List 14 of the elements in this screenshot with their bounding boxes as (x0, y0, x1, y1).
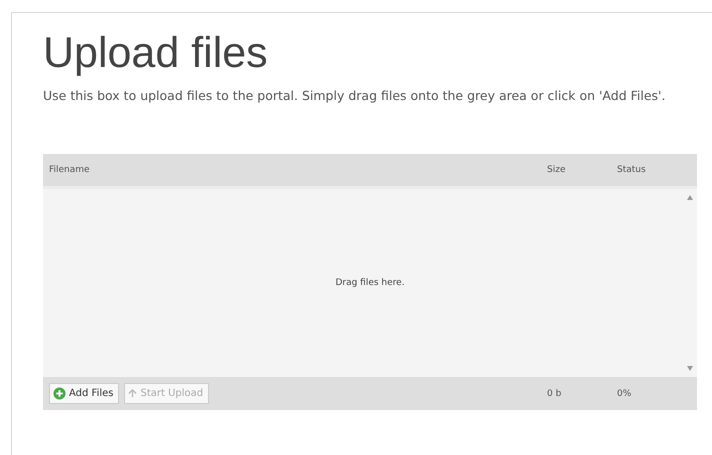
scroll-down-icon[interactable] (687, 366, 693, 371)
total-size: 0 b (547, 388, 562, 398)
drop-hint: Drag files here. (335, 278, 405, 288)
drop-area[interactable]: Drag files here. (43, 189, 697, 377)
scroll-up-icon[interactable] (687, 195, 693, 200)
total-status: 0% (617, 388, 632, 398)
column-header: Filename (49, 165, 91, 175)
column-header: Status (617, 165, 647, 175)
page-title: Upload files (43, 28, 269, 79)
column-header: Size (547, 165, 566, 175)
arrow-icon (128, 389, 138, 398)
description-text: Use this box to upload files to the portal. Simply drag files onto the grey area or click on 'Add Files'. (43, 87, 666, 105)
plus-icon (53, 387, 66, 400)
add-files-button[interactable]: Add Files (49, 383, 120, 404)
